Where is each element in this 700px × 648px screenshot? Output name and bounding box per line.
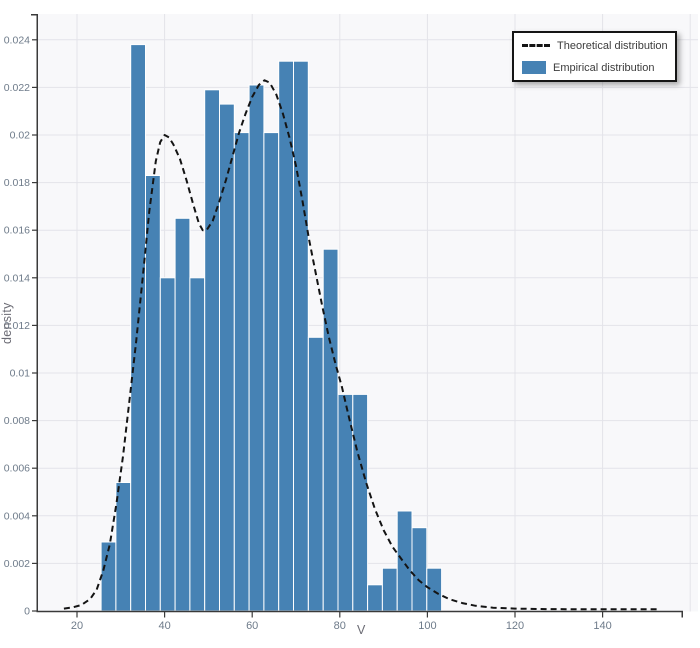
y-tick-label: 0.002 xyxy=(4,558,30,570)
y-tick-label: 0.02 xyxy=(10,130,31,142)
histogram-bar xyxy=(160,278,175,611)
y-tick-label: 0.004 xyxy=(4,510,30,522)
plot-area: 00.0020.0040.0060.0080.010.0120.0140.016… xyxy=(0,0,700,648)
histogram-bar xyxy=(397,511,412,611)
legend-item-empirical[interactable]: Empirical distribution xyxy=(522,58,667,77)
legend-rect-swatch xyxy=(522,61,546,74)
y-axis-title: density xyxy=(0,286,16,344)
x-tick-label: 60 xyxy=(246,620,258,632)
histogram-bar xyxy=(234,133,249,611)
chart-figure: 00.0020.0040.0060.0080.010.0120.0140.016… xyxy=(0,0,700,648)
x-tick-label: 140 xyxy=(593,620,611,632)
legend-line-swatch xyxy=(522,44,550,47)
x-tick-label: 80 xyxy=(334,620,346,632)
histogram-bar xyxy=(323,249,338,611)
y-tick-label: 0.016 xyxy=(4,225,30,237)
histogram-bar xyxy=(308,337,323,611)
y-tick-label: 0.008 xyxy=(4,415,30,427)
histogram-bar xyxy=(427,568,442,611)
histogram-bar xyxy=(101,542,116,611)
x-axis-title: V xyxy=(357,623,365,637)
histogram-bar xyxy=(175,218,190,611)
legend-item-theoretical[interactable]: Theoretical distribution xyxy=(522,36,667,55)
y-tick-label: 0.01 xyxy=(10,368,31,380)
legend-item-label: Empirical distribution xyxy=(553,62,654,74)
histogram-bar xyxy=(264,133,279,611)
histogram-bar xyxy=(294,61,309,611)
x-tick-label: 20 xyxy=(71,620,83,632)
x-tick-label: 40 xyxy=(158,620,170,632)
histogram-bar xyxy=(249,85,264,611)
histogram-bar xyxy=(205,90,220,611)
histogram-bar xyxy=(368,585,383,611)
legend: Theoretical distribution Empirical distr… xyxy=(512,31,677,82)
y-tick-label: 0.014 xyxy=(4,272,30,284)
histogram-bar xyxy=(353,394,368,611)
histogram-bar xyxy=(382,568,397,611)
y-tick-label: 0.006 xyxy=(4,463,30,475)
histogram-bar xyxy=(190,278,205,611)
histogram-bar xyxy=(116,483,131,612)
x-tick-label: 120 xyxy=(506,620,524,632)
y-tick-label: 0.022 xyxy=(4,82,30,94)
histogram-bar xyxy=(412,528,427,611)
legend-item-label: Theoretical distribution xyxy=(557,40,668,52)
y-tick-label: 0 xyxy=(24,606,30,618)
x-tick-label: 100 xyxy=(418,620,436,632)
histogram-bar xyxy=(146,176,161,612)
y-tick-label: 0.018 xyxy=(4,177,30,189)
y-tick-label: 0.024 xyxy=(4,34,30,46)
